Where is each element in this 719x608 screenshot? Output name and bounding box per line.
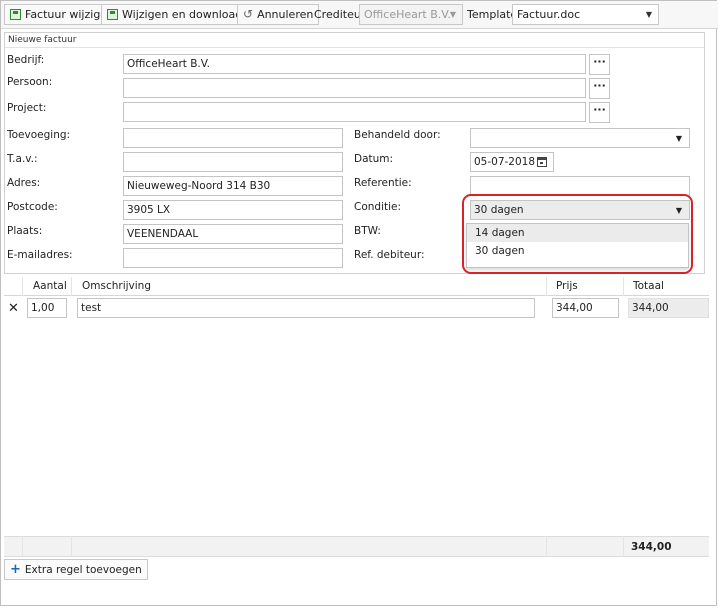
btw-label: BTW: bbox=[354, 225, 381, 237]
email-label: E-mailadres: bbox=[7, 249, 73, 261]
panel-title: Nieuwe factuur bbox=[5, 33, 704, 48]
col-omschrijving-header: Omschrijving bbox=[82, 280, 151, 292]
datum-value: 05-07-2018 bbox=[474, 156, 536, 168]
conditie-select[interactable]: 30 dagen ▼ bbox=[470, 200, 690, 220]
grand-total: 344,00 bbox=[631, 541, 672, 553]
project-label: Project: bbox=[7, 102, 47, 114]
plus-icon: + bbox=[10, 561, 21, 577]
plaats-field[interactable]: VEENENDAAL bbox=[123, 224, 343, 244]
calendar-icon[interactable] bbox=[537, 157, 547, 167]
save-and-download-label: Wijzigen en downloaden bbox=[122, 8, 256, 21]
add-line-button[interactable]: + Extra regel toevoegen bbox=[4, 559, 148, 580]
col-totaal-header: Totaal bbox=[633, 280, 664, 292]
adres-label: Adres: bbox=[7, 177, 41, 189]
adres-field[interactable]: Nieuweweg-Noord 314 B30 bbox=[123, 176, 343, 196]
cancel-button[interactable]: ↺ Annuleren bbox=[237, 4, 320, 25]
persoon-field[interactable] bbox=[123, 78, 586, 98]
email-field[interactable] bbox=[123, 248, 343, 268]
postcode-field[interactable]: 3905 LX bbox=[123, 200, 343, 220]
delete-row-icon[interactable]: ✕ bbox=[8, 301, 19, 316]
toolbar: Factuur wijzigen Wijzigen en downloaden … bbox=[1, 1, 718, 29]
chevron-down-icon: ▼ bbox=[449, 10, 456, 19]
toevoeging-label: Toevoeging: bbox=[7, 129, 71, 141]
postcode-label: Postcode: bbox=[7, 201, 58, 213]
template-label: Template bbox=[467, 8, 518, 21]
column-separator bbox=[623, 277, 624, 296]
column-separator bbox=[22, 277, 23, 296]
referentie-label: Referentie: bbox=[354, 177, 412, 189]
ref-debiteur-label: Ref. debiteur: bbox=[354, 249, 425, 261]
column-separator bbox=[623, 536, 624, 557]
crediteur-select[interactable]: OfficeHeart B.V. ▼ bbox=[359, 4, 463, 25]
totals-row bbox=[4, 536, 709, 557]
bedrijf-lookup-button[interactable]: ··· bbox=[589, 54, 610, 75]
column-separator bbox=[546, 277, 547, 296]
behandeld-door-label: Behandeld door: bbox=[354, 129, 441, 141]
datum-field[interactable]: 05-07-2018 bbox=[470, 152, 554, 172]
persoon-lookup-button[interactable]: ··· bbox=[589, 78, 610, 99]
crediteur-value: OfficeHeart B.V. bbox=[364, 8, 451, 21]
chevron-down-icon: ▼ bbox=[645, 10, 652, 19]
conditie-option-30[interactable]: 30 dagen bbox=[467, 242, 688, 260]
referentie-field[interactable] bbox=[470, 176, 690, 196]
conditie-option-14[interactable]: 14 dagen bbox=[467, 224, 688, 242]
conditie-label: Conditie: bbox=[354, 201, 402, 213]
crediteur-label: Crediteur bbox=[314, 8, 366, 21]
conditie-value: 30 dagen bbox=[474, 204, 524, 216]
bedrijf-field[interactable]: OfficeHeart B.V. bbox=[123, 54, 586, 74]
datum-label: Datum: bbox=[354, 153, 394, 165]
col-aantal-header: Aantal bbox=[33, 280, 67, 292]
invoice-window: Factuur wijzigen Wijzigen en downloaden … bbox=[0, 0, 718, 606]
column-separator bbox=[71, 536, 72, 557]
add-line-label: Extra regel toevoegen bbox=[24, 563, 142, 576]
template-select[interactable]: Factuur.doc ▼ bbox=[512, 4, 659, 25]
col-prijs-header: Prijs bbox=[556, 280, 578, 292]
bedrijf-label: Bedrijf: bbox=[7, 54, 45, 66]
template-value: Factuur.doc bbox=[517, 8, 581, 21]
floppy-disk-icon bbox=[107, 9, 118, 20]
conditie-dropdown-list: 14 dagen 30 dagen bbox=[466, 223, 689, 268]
cancel-label: Annuleren bbox=[257, 8, 314, 21]
project-field[interactable] bbox=[123, 102, 586, 122]
tav-label: T.a.v.: bbox=[7, 153, 38, 165]
persoon-label: Persoon: bbox=[7, 76, 53, 88]
tav-field[interactable] bbox=[123, 152, 343, 172]
row-totaal-value: 344,00 bbox=[628, 298, 709, 318]
toevoeging-field[interactable] bbox=[123, 128, 343, 148]
chevron-down-icon: ▼ bbox=[675, 206, 682, 215]
behandeld-door-select[interactable]: ▼ bbox=[470, 128, 690, 148]
floppy-disk-icon bbox=[10, 9, 21, 20]
row-prijs-field[interactable]: 344,00 bbox=[552, 298, 619, 318]
column-separator bbox=[546, 536, 547, 557]
undo-icon: ↺ bbox=[243, 7, 254, 21]
chevron-down-icon: ▼ bbox=[675, 134, 682, 143]
column-separator bbox=[71, 277, 72, 296]
project-lookup-button[interactable]: ··· bbox=[589, 102, 610, 123]
plaats-label: Plaats: bbox=[7, 225, 43, 237]
row-aantal-field[interactable]: 1,00 bbox=[27, 298, 67, 318]
column-separator bbox=[22, 536, 23, 557]
row-omschrijving-field[interactable]: test bbox=[77, 298, 535, 318]
lines-header: Aantal Omschrijving Prijs Totaal bbox=[4, 277, 709, 296]
